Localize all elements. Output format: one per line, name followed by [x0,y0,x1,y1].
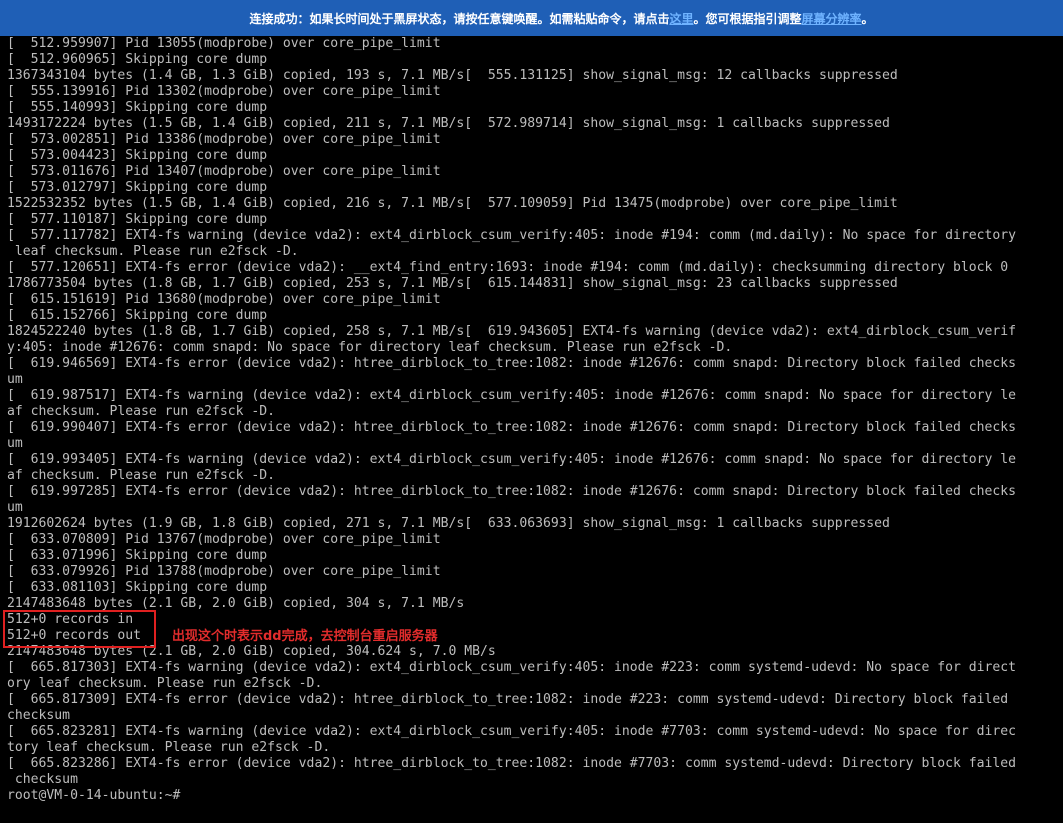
terminal-line: af checksum. Please run e2fsck -D. [7,468,276,483]
terminal-line: 512+0 records out [7,628,142,643]
terminal-line: [ 665.817309] EXT4-fs error (device vda2… [7,692,1009,707]
terminal-line: [ 665.823286] EXT4-fs error (device vda2… [7,756,1017,771]
terminal-line: y:405: inode #12676: comm snapd: No spac… [7,340,733,355]
vnc-console-window: 连接成功：如果长时间处于黑屏状态，请按任意键唤醒。如需粘贴命令，请点击 这里 。… [0,0,1063,823]
terminal-line: um [7,372,23,387]
records-highlight-box [3,610,156,648]
terminal-line: [ 615.152766] Skipping core dump [7,308,268,323]
terminal-line: [ 633.079926] Pid 13788(modprobe) over c… [7,564,441,579]
terminal-line: root@VM-0-14-ubuntu:~# [7,788,181,803]
terminal-line: [ 512.960965] Skipping core dump [7,52,268,67]
connection-banner: 连接成功：如果长时间处于黑屏状态，请按任意键唤醒。如需粘贴命令，请点击 这里 。… [0,0,1063,36]
terminal-line: [ 633.081103] Skipping core dump [7,580,268,595]
terminal-line: um [7,436,23,451]
terminal-line: 2147483648 bytes (2.1 GB, 2.0 GiB) copie… [7,644,496,659]
terminal-line: [ 619.946569] EXT4-fs error (device vda2… [7,356,1017,371]
terminal-line: [ 665.817303] EXT4-fs warning (device vd… [7,660,1017,675]
terminal-line: checksum [7,772,78,787]
terminal-line: [ 665.823281] EXT4-fs warning (device vd… [7,724,1017,739]
terminal-line: [ 573.011676] Pid 13407(modprobe) over c… [7,164,441,179]
terminal-line: 1522532352 bytes (1.5 GB, 1.4 GiB) copie… [7,196,898,211]
terminal-line: [ 555.140993] Skipping core dump [7,100,268,115]
terminal-line: 1493172224 bytes (1.5 GB, 1.4 GiB) copie… [7,116,890,131]
terminal-line: [ 615.151619] Pid 13680(modprobe) over c… [7,292,441,307]
terminal-line: checksum [7,708,71,723]
terminal-line: [ 619.997285] EXT4-fs error (device vda2… [7,484,1017,499]
terminal-line: [ 577.110187] Skipping core dump [7,212,268,227]
terminal-line: [ 619.990407] EXT4-fs error (device vda2… [7,420,1017,435]
terminal-line: [ 573.002851] Pid 13386(modprobe) over c… [7,132,441,147]
terminal-line: tory leaf checksum. Please run e2fsck -D… [7,740,331,755]
terminal-line: [ 512.959907] Pid 13055(modprobe) over c… [7,36,441,51]
terminal-line: 1367343104 bytes (1.4 GB, 1.3 GiB) copie… [7,68,898,83]
terminal-line: [ 577.117782] EXT4-fs warning (device vd… [7,228,1017,243]
terminal-line: [ 573.012797] Skipping core dump [7,180,268,195]
terminal-line: 512+0 records in [7,612,134,627]
terminal-line: [ 633.071996] Skipping core dump [7,548,268,563]
terminal-line: [ 573.004423] Skipping core dump [7,148,268,163]
terminal-line: [ 619.993405] EXT4-fs warning (device vd… [7,452,1017,467]
terminal-line: 1786773504 bytes (1.8 GB, 1.7 GiB) copie… [7,276,898,291]
banner-text-before: 连接成功：如果长时间处于黑屏状态，请按任意键唤醒。如需粘贴命令，请点击 [249,11,670,26]
banner-text-middle: 。您可根据指引调整 [693,11,802,26]
terminal-output[interactable]: [ 512.959907] Pid 13055(modprobe) over c… [7,36,1059,823]
terminal-line: 1824522240 bytes (1.8 GB, 1.7 GiB) copie… [7,324,1017,339]
terminal-line: 1912602624 bytes (1.9 GB, 1.8 GiB) copie… [7,516,890,531]
terminal-line: [ 555.139916] Pid 13302(modprobe) over c… [7,84,441,99]
terminal-line: um [7,500,23,515]
terminal-line: [ 633.070809] Pid 13767(modprobe) over c… [7,532,441,547]
dd-complete-annotation: 出现这个时表示dd完成，去控制台重启服务器 [172,629,438,644]
terminal-line: [ 619.987517] EXT4-fs warning (device vd… [7,388,1017,403]
terminal-line: ory leaf checksum. Please run e2fsck -D. [7,676,323,691]
banner-text-after: 。 [861,11,874,26]
terminal-line: [ 577.120651] EXT4-fs error (device vda2… [7,260,1009,275]
terminal-line: 2147483648 bytes (2.1 GB, 2.0 GiB) copie… [7,596,465,611]
terminal-line: leaf checksum. Please run e2fsck -D. [7,244,299,259]
paste-command-link[interactable]: 这里 [669,10,693,27]
terminal-line: af checksum. Please run e2fsck -D. [7,404,276,419]
screen-resolution-link[interactable]: 屏幕分辨率 [802,10,862,27]
